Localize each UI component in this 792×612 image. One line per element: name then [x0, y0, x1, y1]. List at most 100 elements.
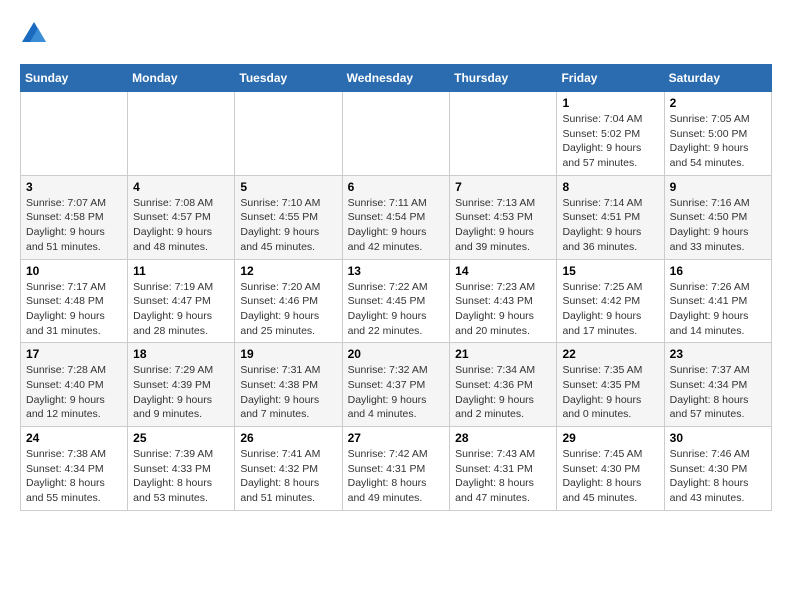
day-number: 13: [348, 264, 445, 278]
day-info: Sunrise: 7:13 AM Sunset: 4:53 PM Dayligh…: [455, 196, 551, 255]
calendar-cell: 1 Sunrise: 7:04 AM Sunset: 5:02 PM Daylig…: [557, 92, 664, 176]
day-info: Sunrise: 7:32 AM Sunset: 4:37 PM Dayligh…: [348, 363, 445, 422]
day-info: Sunrise: 7:11 AM Sunset: 4:54 PM Dayligh…: [348, 196, 445, 255]
day-number: 25: [133, 431, 229, 445]
calendar-cell: 19 Sunrise: 7:31 AM Sunset: 4:38 PM Dayli…: [235, 343, 342, 427]
calendar-cell: 24 Sunrise: 7:38 AM Sunset: 4:34 PM Dayli…: [21, 427, 128, 511]
calendar-day-header: Saturday: [664, 65, 771, 92]
calendar-day-header: Thursday: [450, 65, 557, 92]
calendar-cell: 20 Sunrise: 7:32 AM Sunset: 4:37 PM Dayli…: [342, 343, 450, 427]
calendar-cell: 18 Sunrise: 7:29 AM Sunset: 4:39 PM Dayli…: [128, 343, 235, 427]
calendar-cell: 22Sunrise: 7:35 AM Sunset: 4:35 PM Dayli…: [557, 343, 664, 427]
day-number: 26: [240, 431, 336, 445]
day-number: 23: [670, 347, 766, 361]
day-number: 14: [455, 264, 551, 278]
calendar-cell: [450, 92, 557, 176]
calendar-cell: 30Sunrise: 7:46 AM Sunset: 4:30 PM Dayli…: [664, 427, 771, 511]
day-number: 10: [26, 264, 122, 278]
day-info: Sunrise: 7:23 AM Sunset: 4:43 PM Dayligh…: [455, 280, 551, 339]
day-number: 18: [133, 347, 229, 361]
calendar-cell: 23 Sunrise: 7:37 AM Sunset: 4:34 PM Dayli…: [664, 343, 771, 427]
calendar-cell: 10 Sunrise: 7:17 AM Sunset: 4:48 PM Dayli…: [21, 259, 128, 343]
day-info: Sunrise: 7:20 AM Sunset: 4:46 PM Dayligh…: [240, 280, 336, 339]
calendar-cell: 7 Sunrise: 7:13 AM Sunset: 4:53 PM Daylig…: [450, 175, 557, 259]
day-info: Sunrise: 7:29 AM Sunset: 4:39 PM Dayligh…: [133, 363, 229, 422]
day-info: Sunrise: 7:08 AM Sunset: 4:57 PM Dayligh…: [133, 196, 229, 255]
calendar-week-row: 17Sunrise: 7:28 AM Sunset: 4:40 PM Dayli…: [21, 343, 772, 427]
calendar-week-row: 1 Sunrise: 7:04 AM Sunset: 5:02 PM Daylig…: [21, 92, 772, 176]
day-number: 2: [670, 96, 766, 110]
calendar-cell: 17Sunrise: 7:28 AM Sunset: 4:40 PM Dayli…: [21, 343, 128, 427]
day-info: Sunrise: 7:25 AM Sunset: 4:42 PM Dayligh…: [562, 280, 658, 339]
day-number: 20: [348, 347, 445, 361]
calendar-cell: 16 Sunrise: 7:26 AM Sunset: 4:41 PM Dayli…: [664, 259, 771, 343]
logo-icon: [20, 20, 48, 48]
day-number: 19: [240, 347, 336, 361]
calendar-cell: [128, 92, 235, 176]
calendar-week-row: 24 Sunrise: 7:38 AM Sunset: 4:34 PM Dayli…: [21, 427, 772, 511]
calendar-cell: 8 Sunrise: 7:14 AM Sunset: 4:51 PM Daylig…: [557, 175, 664, 259]
day-info: Sunrise: 7:34 AM Sunset: 4:36 PM Dayligh…: [455, 363, 551, 422]
calendar-day-header: Monday: [128, 65, 235, 92]
day-number: 8: [562, 180, 658, 194]
day-info: Sunrise: 7:14 AM Sunset: 4:51 PM Dayligh…: [562, 196, 658, 255]
calendar-day-header: Tuesday: [235, 65, 342, 92]
day-number: 17: [26, 347, 122, 361]
day-number: 4: [133, 180, 229, 194]
day-number: 7: [455, 180, 551, 194]
day-info: Sunrise: 7:39 AM Sunset: 4:33 PM Dayligh…: [133, 447, 229, 506]
calendar-cell: 29 Sunrise: 7:45 AM Sunset: 4:30 PM Dayli…: [557, 427, 664, 511]
day-info: Sunrise: 7:17 AM Sunset: 4:48 PM Dayligh…: [26, 280, 122, 339]
day-info: Sunrise: 7:46 AM Sunset: 4:30 PM Dayligh…: [670, 447, 766, 506]
calendar-cell: 4 Sunrise: 7:08 AM Sunset: 4:57 PM Daylig…: [128, 175, 235, 259]
calendar-day-header: Wednesday: [342, 65, 450, 92]
day-info: Sunrise: 7:10 AM Sunset: 4:55 PM Dayligh…: [240, 196, 336, 255]
day-number: 28: [455, 431, 551, 445]
day-info: Sunrise: 7:37 AM Sunset: 4:34 PM Dayligh…: [670, 363, 766, 422]
calendar-cell: 15 Sunrise: 7:25 AM Sunset: 4:42 PM Dayli…: [557, 259, 664, 343]
calendar-cell: [342, 92, 450, 176]
day-info: Sunrise: 7:35 AM Sunset: 4:35 PM Dayligh…: [562, 363, 658, 422]
day-info: Sunrise: 7:38 AM Sunset: 4:34 PM Dayligh…: [26, 447, 122, 506]
day-info: Sunrise: 7:45 AM Sunset: 4:30 PM Dayligh…: [562, 447, 658, 506]
calendar-table: SundayMondayTuesdayWednesdayThursdayFrid…: [20, 64, 772, 511]
calendar-day-header: Friday: [557, 65, 664, 92]
day-info: Sunrise: 7:19 AM Sunset: 4:47 PM Dayligh…: [133, 280, 229, 339]
day-number: 29: [562, 431, 658, 445]
calendar-cell: 21 Sunrise: 7:34 AM Sunset: 4:36 PM Dayli…: [450, 343, 557, 427]
calendar-cell: 14 Sunrise: 7:23 AM Sunset: 4:43 PM Dayli…: [450, 259, 557, 343]
day-info: Sunrise: 7:04 AM Sunset: 5:02 PM Dayligh…: [562, 112, 658, 171]
day-info: Sunrise: 7:05 AM Sunset: 5:00 PM Dayligh…: [670, 112, 766, 171]
day-number: 12: [240, 264, 336, 278]
day-number: 9: [670, 180, 766, 194]
calendar-cell: 26 Sunrise: 7:41 AM Sunset: 4:32 PM Dayli…: [235, 427, 342, 511]
day-number: 24: [26, 431, 122, 445]
day-info: Sunrise: 7:41 AM Sunset: 4:32 PM Dayligh…: [240, 447, 336, 506]
calendar-cell: 2 Sunrise: 7:05 AM Sunset: 5:00 PM Daylig…: [664, 92, 771, 176]
day-number: 16: [670, 264, 766, 278]
day-number: 11: [133, 264, 229, 278]
calendar-cell: 27Sunrise: 7:42 AM Sunset: 4:31 PM Dayli…: [342, 427, 450, 511]
day-info: Sunrise: 7:31 AM Sunset: 4:38 PM Dayligh…: [240, 363, 336, 422]
day-number: 1: [562, 96, 658, 110]
day-info: Sunrise: 7:22 AM Sunset: 4:45 PM Dayligh…: [348, 280, 445, 339]
day-number: 5: [240, 180, 336, 194]
day-number: 6: [348, 180, 445, 194]
day-info: Sunrise: 7:42 AM Sunset: 4:31 PM Dayligh…: [348, 447, 445, 506]
calendar-week-row: 10 Sunrise: 7:17 AM Sunset: 4:48 PM Dayli…: [21, 259, 772, 343]
calendar-cell: [235, 92, 342, 176]
calendar-cell: 28 Sunrise: 7:43 AM Sunset: 4:31 PM Dayli…: [450, 427, 557, 511]
calendar-cell: 5 Sunrise: 7:10 AM Sunset: 4:55 PM Daylig…: [235, 175, 342, 259]
calendar-cell: 12 Sunrise: 7:20 AM Sunset: 4:46 PM Dayli…: [235, 259, 342, 343]
calendar-cell: 13 Sunrise: 7:22 AM Sunset: 4:45 PM Dayli…: [342, 259, 450, 343]
day-number: 21: [455, 347, 551, 361]
calendar-cell: 25 Sunrise: 7:39 AM Sunset: 4:33 PM Dayli…: [128, 427, 235, 511]
calendar-day-header: Sunday: [21, 65, 128, 92]
day-number: 15: [562, 264, 658, 278]
logo: [20, 20, 52, 48]
day-info: Sunrise: 7:26 AM Sunset: 4:41 PM Dayligh…: [670, 280, 766, 339]
calendar-header-row: SundayMondayTuesdayWednesdayThursdayFrid…: [21, 65, 772, 92]
calendar-cell: 3Sunrise: 7:07 AM Sunset: 4:58 PM Daylig…: [21, 175, 128, 259]
day-info: Sunrise: 7:43 AM Sunset: 4:31 PM Dayligh…: [455, 447, 551, 506]
calendar-week-row: 3Sunrise: 7:07 AM Sunset: 4:58 PM Daylig…: [21, 175, 772, 259]
